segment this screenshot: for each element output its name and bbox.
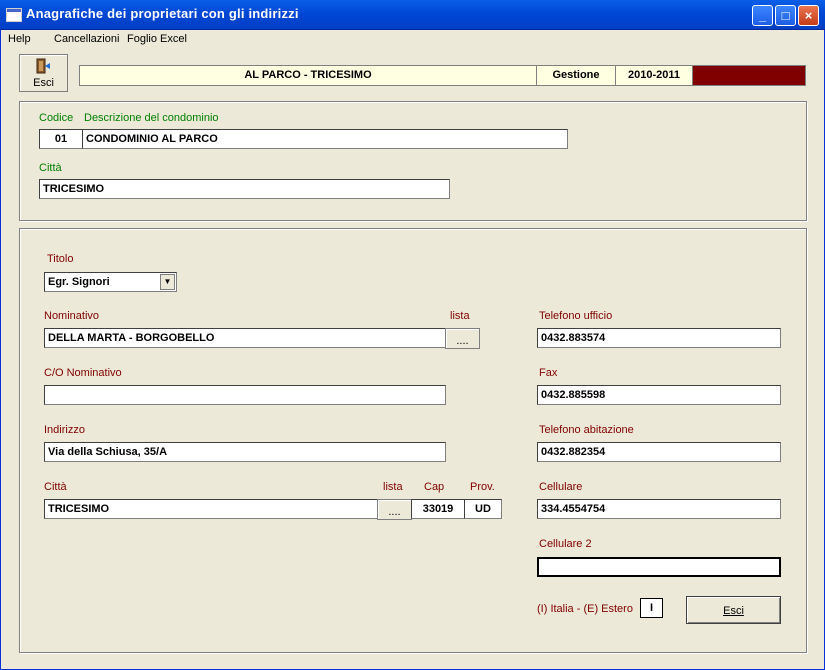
cellulare-field[interactable]: 334.4554754 [537, 499, 781, 519]
cap-field[interactable]: 33019 [411, 499, 465, 519]
maximize-button[interactable]: □ [775, 5, 796, 26]
condominio-citta-field[interactable]: TRICESIMO [39, 179, 450, 199]
indirizzo-label: Indirizzo [44, 424, 85, 436]
cellulare2-field[interactable] [537, 557, 781, 577]
nazione-label: (I) Italia - (E) Estero [537, 603, 633, 615]
cap-label: Cap [424, 481, 445, 493]
close-button[interactable]: × [798, 5, 819, 26]
titolo-select[interactable]: Egr. Signori ▼ [44, 272, 177, 292]
esci-button[interactable]: Esci [686, 596, 781, 624]
menu-help[interactable]: Help [8, 33, 31, 45]
co-nominativo-label: C/O Nominativo [44, 367, 122, 379]
fax-label: Fax [539, 367, 558, 379]
nominativo-lista-button[interactable]: .... [445, 328, 480, 349]
tel-abitazione-label: Telefono abitazione [539, 424, 634, 436]
co-nominativo-field[interactable] [44, 385, 446, 405]
nominativo-field[interactable]: DELLA MARTA - BORGOBELLO [44, 328, 446, 348]
gestione-label: Gestione [537, 66, 616, 85]
status-color-block [693, 66, 805, 85]
codice-field[interactable]: 01 [39, 129, 83, 149]
menu-foglio-excel[interactable]: Foglio Excel [127, 33, 187, 45]
title-bar[interactable]: Anagrafiche dei proprietari con gli indi… [0, 0, 825, 30]
prov-label: Prov. [470, 481, 495, 493]
nominativo-label: Nominativo [44, 310, 100, 322]
citta-label: Città [44, 481, 67, 493]
header-strip: AL PARCO - TRICESIMO Gestione 2010-2011 [79, 65, 806, 86]
fax-field[interactable]: 0432.885598 [537, 385, 781, 405]
toolbar-exit-button[interactable]: Esci [19, 54, 68, 92]
citta-lista-label: lista [383, 481, 403, 493]
nominativo-lista-label: lista [450, 310, 470, 322]
door-exit-icon [36, 58, 50, 74]
window-icon [6, 8, 22, 22]
tel-abitazione-field[interactable]: 0432.882354 [537, 442, 781, 462]
menu-cancellazioni[interactable]: Cancellazioni [54, 33, 119, 45]
tel-ufficio-label: Telefono ufficio [539, 310, 613, 322]
citta-lista-button[interactable]: .... [377, 499, 412, 520]
chevron-down-icon[interactable]: ▼ [160, 274, 175, 290]
descrizione-label: Descrizione del condominio [84, 112, 219, 124]
prov-field[interactable]: UD [464, 499, 502, 519]
tel-ufficio-field[interactable]: 0432.883574 [537, 328, 781, 348]
descrizione-field[interactable]: CONDOMINIO AL PARCO [82, 129, 568, 149]
exit-label: Esci [33, 77, 54, 89]
titolo-label: Titolo [47, 253, 74, 265]
indirizzo-field[interactable]: Via della Schiusa, 35/A [44, 442, 446, 462]
minimize-button[interactable]: _ [752, 5, 773, 26]
nazione-field[interactable]: I [640, 598, 663, 618]
condominio-citta-label: Città [39, 162, 62, 174]
window-title: Anagrafiche dei proprietari con gli indi… [26, 6, 299, 21]
citta-field[interactable]: TRICESIMO [44, 499, 378, 519]
gestione-value: 2010-2011 [616, 66, 693, 85]
esci-button-label: Esci [723, 605, 744, 617]
cellulare2-label: Cellulare 2 [539, 538, 592, 550]
codice-label: Codice [39, 112, 74, 124]
menu-bar: Help Cancellazioni Foglio Excel [2, 30, 822, 48]
condominio-name: AL PARCO - TRICESIMO [80, 66, 537, 85]
titolo-value: Egr. Signori [48, 276, 110, 288]
cellulare-label: Cellulare [539, 481, 583, 493]
